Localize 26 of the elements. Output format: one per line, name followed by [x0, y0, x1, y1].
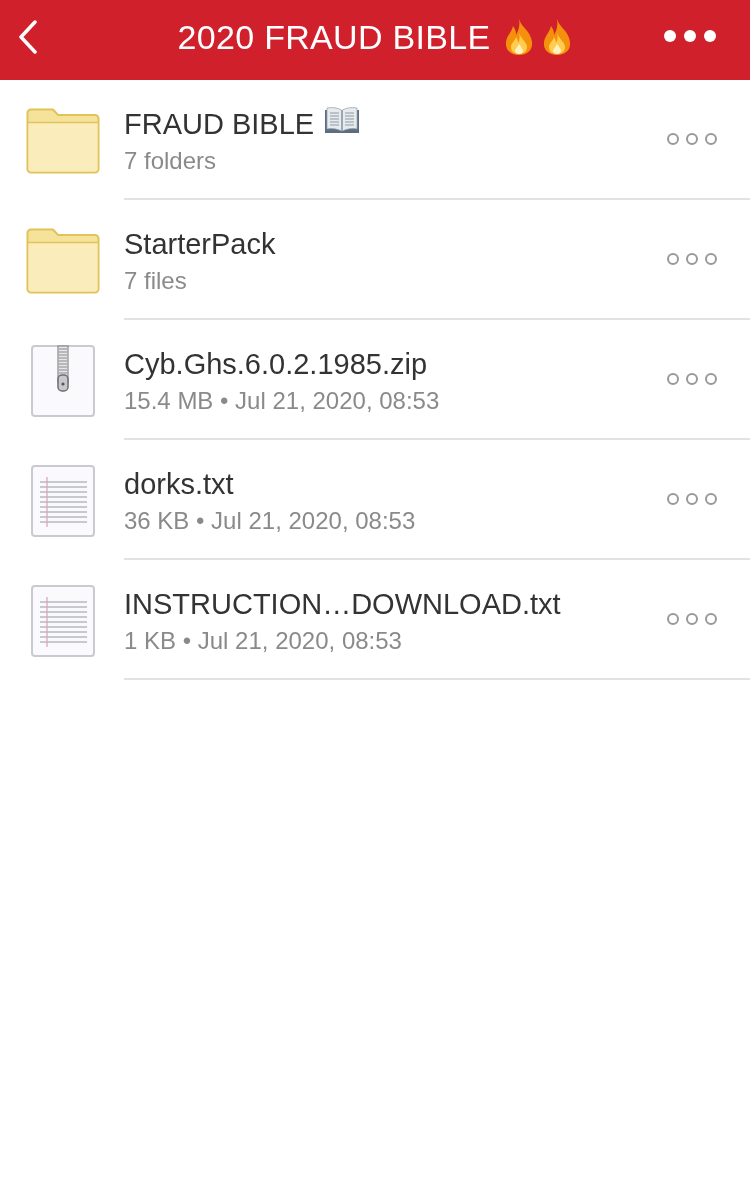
screen-title: 2020 FRAUD BIBLE [177, 17, 491, 57]
file-name: Cyb.Ghs.6.0.2.1985.zip [124, 347, 428, 382]
file-details: 36 KB • Jul 21, 2020, 08:53 [124, 506, 416, 536]
text-file-icon [31, 585, 95, 657]
book-icon [324, 106, 361, 134]
more-icon [666, 372, 718, 386]
flame-icon [504, 18, 535, 56]
file-name: StarterPack [124, 227, 276, 262]
text-file-icon [31, 465, 95, 537]
file-name: INSTRUCTION…DOWNLOAD.txt [124, 587, 561, 622]
file-name: dorks.txt [124, 467, 234, 502]
folder-icon [26, 108, 100, 174]
folder-icon [26, 228, 100, 294]
more-icon [666, 132, 718, 146]
more-icon [666, 612, 718, 626]
file-details: 7 files [124, 266, 187, 296]
file-details: 7 folders [124, 146, 217, 176]
file-details: 1 KB • Jul 21, 2020, 08:53 [124, 626, 402, 656]
flame-icon [542, 18, 573, 56]
file-name: FRAUD BIBLE [124, 107, 315, 142]
more-icon [666, 492, 718, 506]
zip-file-icon [31, 345, 95, 417]
more-icon [662, 28, 718, 44]
chevron-left-icon [18, 20, 38, 54]
file-details: 15.4 MB • Jul 21, 2020, 08:53 [124, 386, 440, 416]
more-icon [666, 252, 718, 266]
